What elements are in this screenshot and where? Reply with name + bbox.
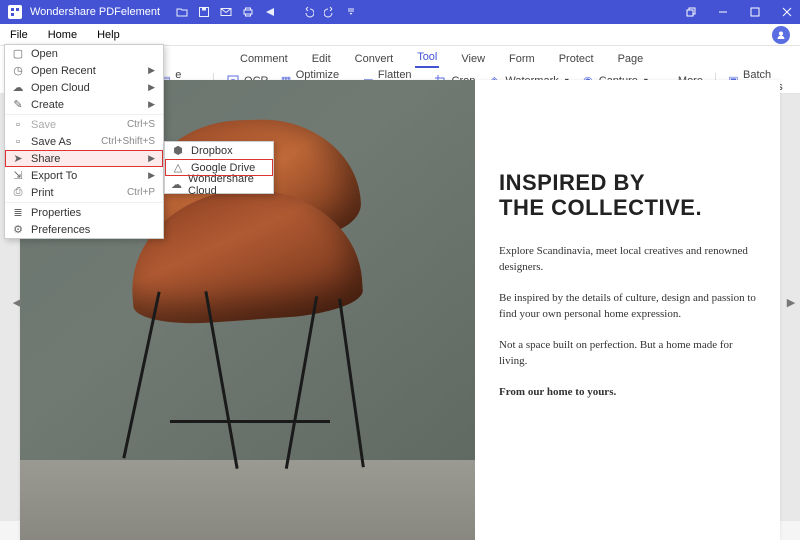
window-restore-icon[interactable] [678,0,704,24]
export-icon: ⇲ [11,169,25,182]
chevron-right-icon: ▶ [148,99,155,110]
tab-edit[interactable]: Edit [310,50,333,68]
chevron-right-icon: ▶ [148,170,155,181]
minimize-button[interactable] [710,0,736,24]
file-menu-dropdown: ▢Open◷Open Recent▶☁Open Cloud▶✎Create▶ ▫S… [4,44,164,239]
file-menu-export-to[interactable]: ⇲Export To▶ [5,167,163,184]
menu-file[interactable]: File [0,24,38,45]
file-menu-preferences[interactable]: ⚙Preferences [5,221,163,238]
maximize-button[interactable] [742,0,768,24]
tab-view[interactable]: View [459,50,487,68]
wscloud-icon: ☁ [171,178,182,191]
undo-icon[interactable] [302,6,314,18]
share-wondershare-cloud[interactable]: ☁Wondershare Cloud [165,176,273,193]
menu-home[interactable]: Home [38,24,87,45]
user-avatar-icon[interactable] [772,26,790,44]
folder-icon[interactable] [176,6,188,18]
menu-help[interactable]: Help [87,24,130,45]
saveas-icon: ▫ [11,136,25,148]
app-logo-icon [6,3,24,21]
props-icon: ≣ [11,206,25,219]
chevron-right-icon: ▶ [148,82,155,93]
file-menu-open[interactable]: ▢Open [5,45,163,62]
app-title: Wondershare PDFelement [30,6,160,18]
share-icon: ➤ [11,152,25,165]
share-dropbox[interactable]: ⬢Dropbox [165,142,273,159]
tab-page[interactable]: Page [616,50,646,68]
file-menu-print[interactable]: ⎙PrintCtrl+P [5,184,163,201]
share-submenu: ⬢Dropbox△Google Drive☁Wondershare Cloud [164,141,274,194]
tab-tool[interactable]: Tool [415,48,439,68]
file-menu-open-cloud[interactable]: ☁Open Cloud▶ [5,79,163,96]
qa-dropdown-icon[interactable] [346,6,356,18]
file-menu-share[interactable]: ➤Share▶ [5,150,163,167]
file-menu-save: ▫SaveCtrl+S [5,116,163,133]
title-bar: Wondershare PDFelement [0,0,800,24]
tab-convert[interactable]: Convert [353,50,396,68]
save-icon: ▫ [11,119,25,131]
redo-icon[interactable] [324,6,336,18]
prev-page-button[interactable]: ◀ [12,290,22,314]
page-signoff: From our home to yours. [499,384,756,401]
file-menu-properties[interactable]: ≣Properties [5,204,163,221]
tab-protect[interactable]: Protect [557,50,596,68]
page-heading: INSPIRED BYTHE COLLECTIVE. [499,170,756,221]
share-icon[interactable] [264,6,276,18]
cloud-icon: ☁ [11,81,25,94]
shortcut-label: Ctrl+P [127,187,155,198]
file-menu-create[interactable]: ✎Create▶ [5,96,163,113]
menu-bar: File Home Help [0,24,800,46]
gdrive-icon: △ [171,161,185,174]
save-icon[interactable] [198,6,210,18]
recent-icon: ◷ [11,64,25,77]
next-page-button[interactable]: ▶ [786,290,796,314]
shortcut-label: Ctrl+S [127,119,155,130]
chevron-right-icon: ▶ [148,153,155,164]
print-icon[interactable] [242,6,254,18]
close-button[interactable] [774,0,800,24]
shortcut-label: Ctrl+Shift+S [101,136,155,147]
file-menu-open-recent[interactable]: ◷Open Recent▶ [5,62,163,79]
open-icon: ▢ [11,47,25,60]
tab-comment[interactable]: Comment [238,50,290,68]
file-menu-save-as[interactable]: ▫Save AsCtrl+Shift+S [5,133,163,150]
page-copy: INSPIRED BYTHE COLLECTIVE. Explore Scand… [475,80,780,540]
tab-form[interactable]: Form [507,50,537,68]
page-paragraph: Explore Scandinavia, meet local creative… [499,243,756,276]
chevron-right-icon: ▶ [148,65,155,76]
email-icon[interactable] [220,6,232,18]
prefs-icon: ⚙ [11,223,25,236]
dropbox-icon: ⬢ [171,144,185,157]
page-paragraph: Be inspired by the details of culture, d… [499,290,756,323]
page-paragraph: Not a space built on perfection. But a h… [499,337,756,370]
create-icon: ✎ [11,98,25,111]
quick-access-toolbar [176,6,356,18]
print-icon: ⎙ [11,186,25,199]
